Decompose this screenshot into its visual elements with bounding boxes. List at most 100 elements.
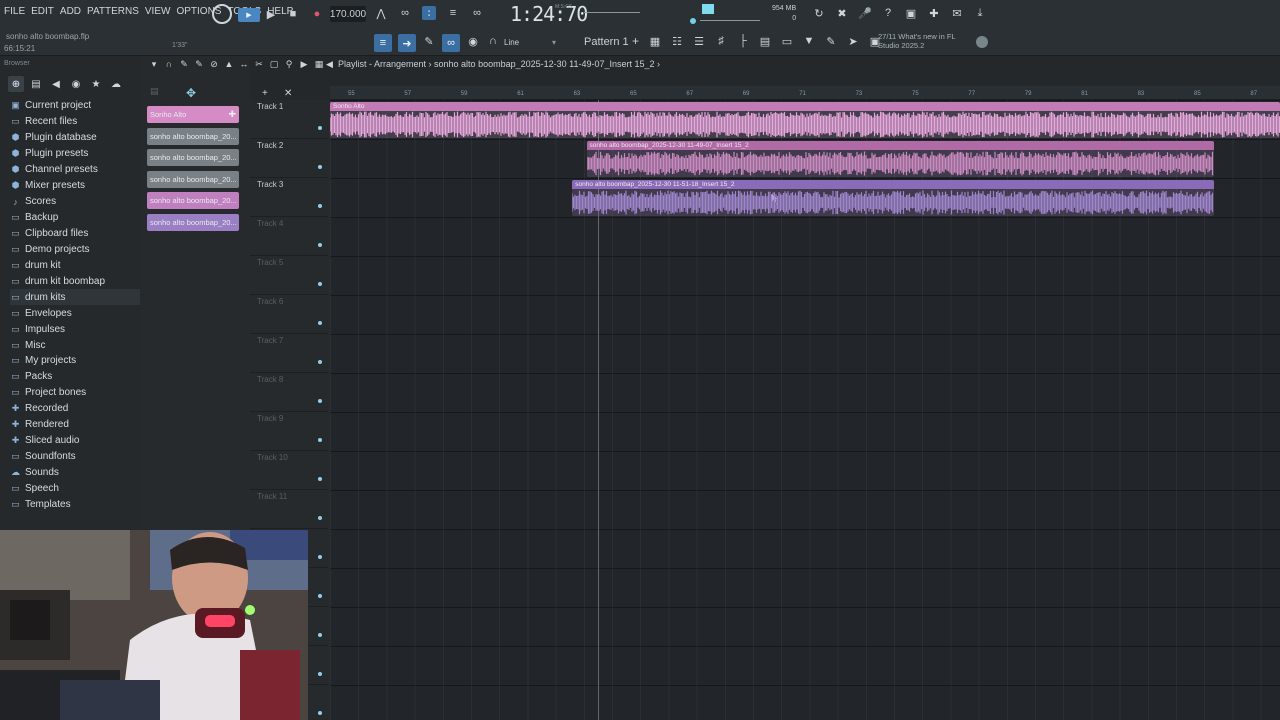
playlist-view-icon[interactable]: ≡ <box>374 34 392 52</box>
menu-add[interactable]: ADD <box>60 6 81 17</box>
audio-clip[interactable]: sonho alto boombap_2025-12-30 11-49-07_I… <box>586 141 1214 177</box>
magnet-icon[interactable]: ∩ <box>486 34 500 48</box>
track-mute-led[interactable] <box>318 711 322 715</box>
browser-item[interactable]: ▭ drum kit boombap <box>10 273 140 289</box>
picker-clip[interactable]: Sonho Alto ✚ <box>147 106 239 123</box>
record-button[interactable]: ● <box>310 6 324 22</box>
browser-tag-icon[interactable]: ◉ <box>68 76 84 92</box>
close-track-icon[interactable]: ✕ <box>284 88 292 99</box>
refresh-icon[interactable]: ↻ <box>812 6 826 20</box>
master-volume-knob[interactable] <box>212 4 232 24</box>
browser-item[interactable]: ♪ Scores <box>10 194 140 210</box>
wait-record-icon[interactable]: ∞ <box>398 6 412 20</box>
pl-mute-icon[interactable]: ▲ <box>223 58 235 70</box>
browser-item[interactable]: ▭ Misc <box>10 337 140 353</box>
help-icon[interactable]: ? <box>881 6 895 20</box>
track-mute-led[interactable] <box>318 477 322 481</box>
pl-slip-icon[interactable]: ↔ <box>238 58 250 70</box>
pl-draw-icon[interactable]: ✎ <box>178 58 190 70</box>
track-header[interactable]: Track 8 <box>250 373 328 412</box>
track-mute-led[interactable] <box>318 672 322 676</box>
picker-clip[interactable]: sonho alto boombap_20... <box>147 192 239 209</box>
pl-menu-icon[interactable]: ▾ <box>148 58 160 70</box>
browser-item[interactable]: ▭ Clipboard files <box>10 226 140 242</box>
browser-item[interactable]: ▭ Templates <box>10 496 140 512</box>
browser-item[interactable]: ▭ Impulses <box>10 321 140 337</box>
track-mute-led[interactable] <box>318 321 322 325</box>
playlist-arrow-icon[interactable]: ◀ <box>326 59 333 70</box>
browser-item[interactable]: ▭ Backup <box>10 210 140 226</box>
browser-all-icon[interactable]: ⊕ <box>8 76 24 92</box>
chat-icon[interactable]: ✉ <box>950 6 964 20</box>
track-header[interactable]: Track 7 <box>250 334 328 373</box>
browser-star-icon[interactable]: ★ <box>88 76 104 92</box>
browser-item[interactable]: ▭ Packs <box>10 369 140 385</box>
track-mute-led[interactable] <box>318 633 322 637</box>
picker-clip[interactable]: sonho alto boombap_20... <box>147 213 239 231</box>
pl-play-icon[interactable]: ▶ <box>298 58 310 70</box>
add-clip-icon[interactable]: ✚ <box>228 109 236 120</box>
track-header[interactable]: Track 4 <box>250 217 328 256</box>
browser-item[interactable]: ▭ My projects <box>10 353 140 369</box>
browser-item[interactable]: ▭ Project bones <box>10 385 140 401</box>
browser-back-icon[interactable]: ◀ <box>48 76 64 92</box>
pl-magnet-icon[interactable]: ∩ <box>163 58 175 70</box>
add-pattern-icon[interactable]: + <box>632 34 639 48</box>
mixer-icon[interactable]: ♯ <box>714 34 728 48</box>
browser-item[interactable]: ▭ drum kits <box>10 289 140 306</box>
track-mute-led[interactable] <box>318 555 322 559</box>
browser-item[interactable]: ▭ Speech <box>10 481 140 497</box>
track-header[interactable]: Track 2 <box>250 139 328 178</box>
menu-edit[interactable]: EDIT <box>31 6 54 17</box>
menu-file[interactable]: FILE <box>4 6 25 17</box>
menu-view[interactable]: VIEW <box>145 6 171 17</box>
track-mute-led[interactable] <box>318 594 322 598</box>
browser-item[interactable]: ✚ Rendered <box>10 417 140 433</box>
picker-icon[interactable]: ▤ <box>150 86 159 97</box>
hierarchy-icon[interactable]: ├ <box>736 34 750 48</box>
browser-item[interactable]: ⬢ Mixer presets <box>10 178 140 194</box>
loop-record-icon[interactable]: ∞ <box>470 6 484 20</box>
browser-files-icon[interactable]: ▤ <box>28 76 44 92</box>
browser-item[interactable]: ▭ Demo projects <box>10 241 140 257</box>
countdown-icon[interactable]: ∶ <box>422 6 436 20</box>
browser-item[interactable]: ✚ Sliced audio <box>10 433 140 449</box>
track-mute-led[interactable] <box>318 438 322 442</box>
move-icon[interactable]: ✥ <box>186 86 196 100</box>
browser-item[interactable]: ⬢ Plugin database <box>10 130 140 146</box>
step-edit-icon[interactable]: ≡ <box>446 6 460 20</box>
pl-zoom-icon[interactable]: ⚲ <box>283 58 295 70</box>
track-mute-led[interactable] <box>318 282 322 286</box>
save-icon[interactable]: ▣ <box>904 6 918 20</box>
piano-roll-icon[interactable]: ☰ <box>692 34 706 48</box>
browser-icon[interactable]: ▤ <box>758 34 772 48</box>
track-mute-led[interactable] <box>318 399 322 403</box>
browser-item[interactable]: ▭ drum kit <box>10 257 140 273</box>
channel-rack-icon[interactable]: ☷ <box>670 34 684 48</box>
play-button[interactable]: ▶ <box>264 6 278 22</box>
globe-icon[interactable] <box>976 36 988 48</box>
track-mute-led[interactable] <box>318 360 322 364</box>
track-header[interactable]: Track 9 <box>250 412 328 451</box>
picker-clip[interactable]: sonho alto boombap_20... <box>147 127 239 145</box>
pl-record-icon[interactable]: ▦ <box>313 58 325 70</box>
browser-item[interactable]: ▭ Recent files <box>10 114 140 130</box>
pl-slice-icon[interactable]: ✂ <box>253 58 265 70</box>
track-header[interactable]: Track 11 <box>250 490 328 529</box>
brush-icon[interactable]: ✎ <box>824 34 838 48</box>
plug-icon[interactable]: ▼ <box>802 34 816 48</box>
pattern-song-toggle[interactable]: ▶ <box>238 8 260 22</box>
browser-item[interactable]: ▭ Soundfonts <box>10 449 140 465</box>
stamp-icon[interactable]: ◉ <box>466 34 480 48</box>
tempo-display[interactable]: 170.000 <box>330 6 366 22</box>
picker-clip[interactable]: sonho alto boombap_20... <box>147 149 239 166</box>
track-mute-led[interactable] <box>318 165 322 169</box>
song-position[interactable]: 1:24:70 <box>510 2 588 26</box>
microphone-icon[interactable]: 🎤 <box>858 6 872 20</box>
track-mute-led[interactable] <box>318 243 322 247</box>
pencil-icon[interactable]: ✎ <box>422 34 436 48</box>
picker-clip[interactable]: sonho alto boombap_20... <box>147 170 239 188</box>
link-icon[interactable]: ∞ <box>442 34 460 52</box>
track-mute-led[interactable] <box>318 126 322 130</box>
plugin-icon[interactable]: ✚ <box>927 6 941 20</box>
